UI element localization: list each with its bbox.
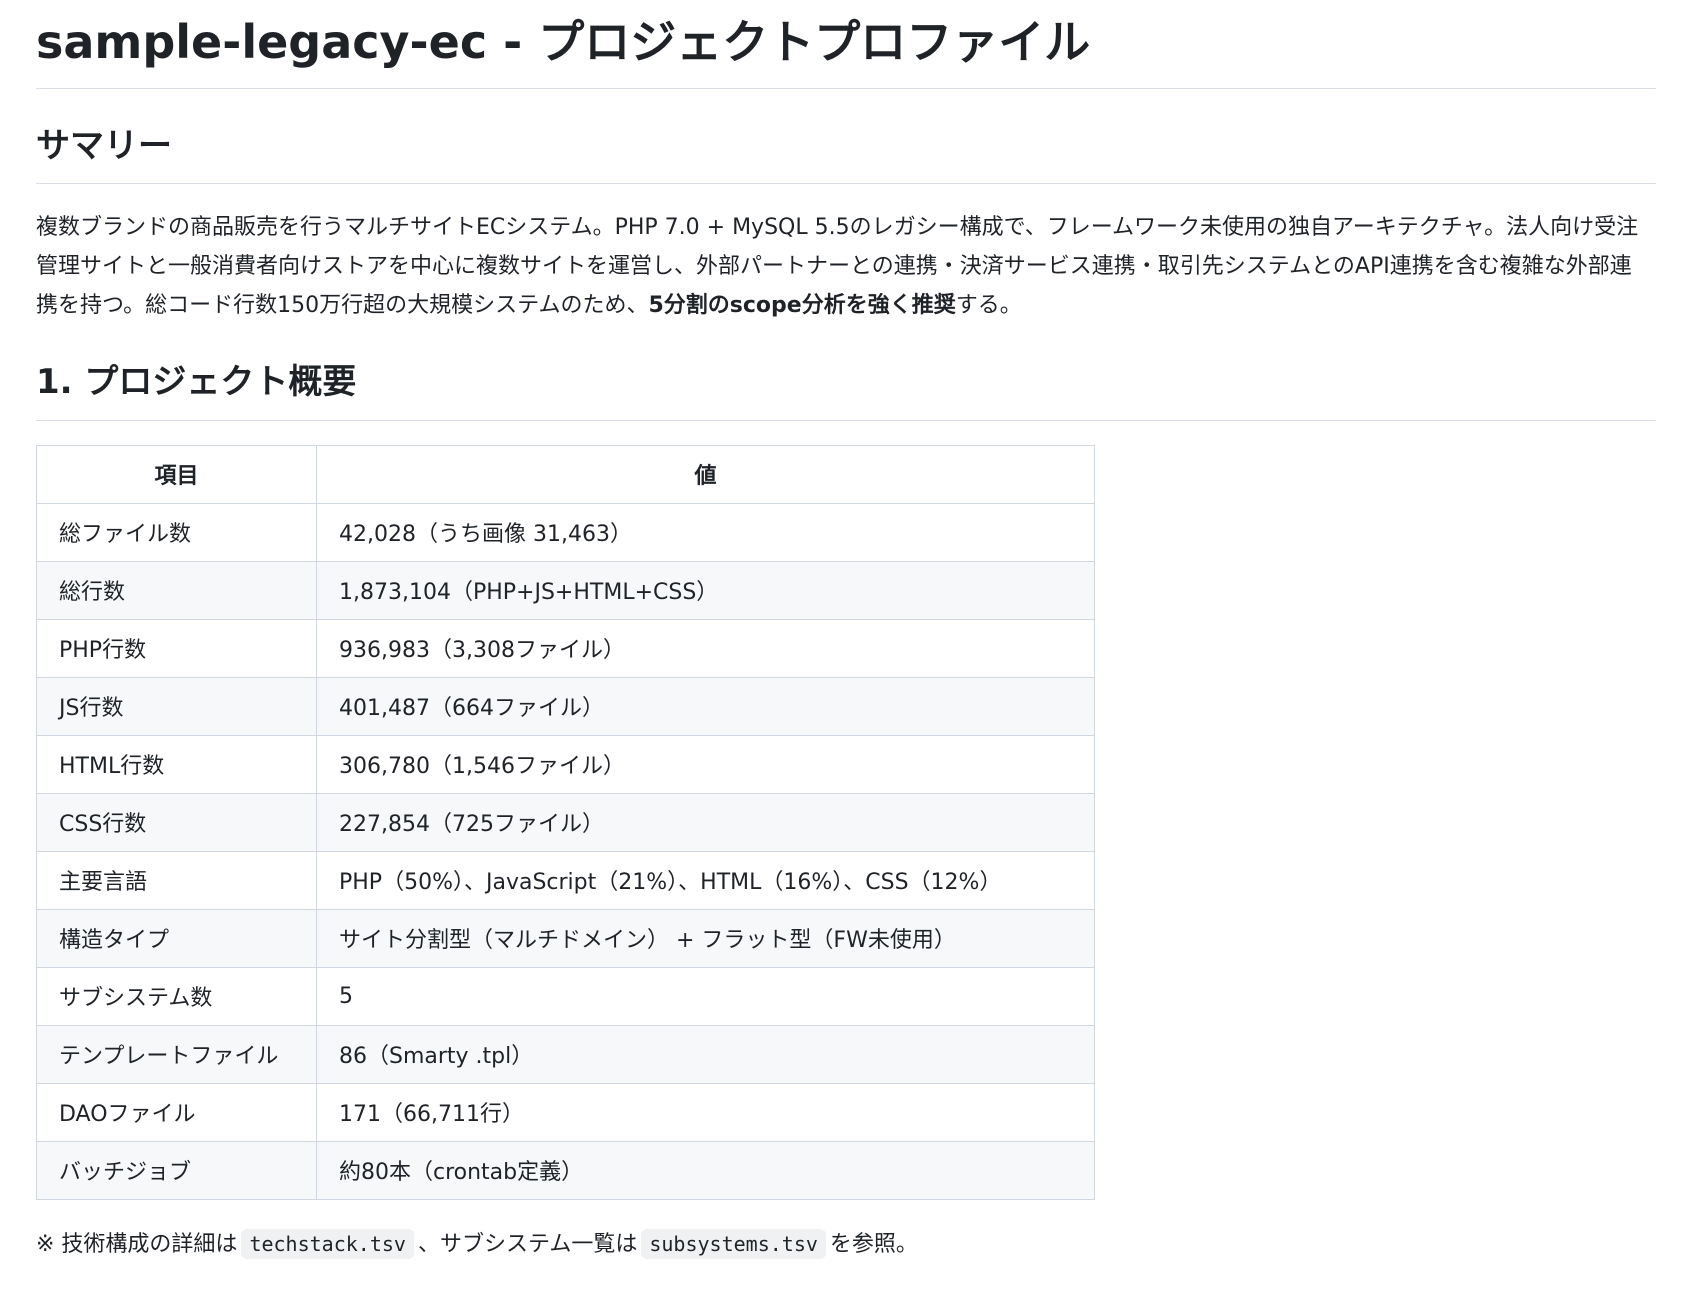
row-value: 42,028（うち画像 31,463） xyxy=(316,502,1095,562)
footnote-prefix: ※ 技術構成の詳細は xyxy=(36,1231,238,1257)
row-value: 227,854（725ファイル） xyxy=(316,792,1095,852)
column-header-value: 値 xyxy=(316,444,1095,504)
summary-emphasis: 5分割のscope分析を強く推奨 xyxy=(648,293,956,318)
overview-table: 項目 値 総ファイル数 42,028（うち画像 31,463） 総行数 1,87… xyxy=(36,444,1095,1200)
row-key: DAOファイル xyxy=(36,1082,317,1142)
table-row: 総行数 1,873,104（PHP+JS+HTML+CSS） xyxy=(36,560,1095,620)
table-header-row: 項目 値 xyxy=(36,444,1095,504)
row-key: JS行数 xyxy=(36,676,317,736)
row-value: サイト分割型（マルチドメイン） + フラット型（FW未使用） xyxy=(316,908,1095,968)
table-row: JS行数 401,487（664ファイル） xyxy=(36,676,1095,736)
row-value: PHP（50%）、JavaScript（21%）、HTML（16%）、CSS（1… xyxy=(316,850,1095,910)
row-key: 総ファイル数 xyxy=(36,502,317,562)
row-key: 構造タイプ xyxy=(36,908,317,968)
table-row: サブシステム数 5 xyxy=(36,966,1095,1026)
footnote-middle: 、サブシステム一覧は xyxy=(417,1231,638,1257)
table-row: 主要言語 PHP（50%）、JavaScript（21%）、HTML（16%）、… xyxy=(36,850,1095,910)
row-key: バッチジョブ xyxy=(36,1140,317,1200)
row-key: 主要言語 xyxy=(36,850,317,910)
document-page: sample-legacy-ec - プロジェクトプロファイル サマリー 複数ブ… xyxy=(0,0,1694,1304)
row-value: 401,487（664ファイル） xyxy=(316,676,1095,736)
row-key: CSS行数 xyxy=(36,792,317,852)
row-value: 5 xyxy=(316,966,1095,1026)
page-title: sample-legacy-ec - プロジェクトプロファイル xyxy=(36,14,1656,89)
row-value: 1,873,104（PHP+JS+HTML+CSS） xyxy=(316,560,1095,620)
footnote-suffix: を参照。 xyxy=(829,1231,918,1257)
table-row: HTML行数 306,780（1,546ファイル） xyxy=(36,734,1095,794)
table-row: テンプレートファイル 86（Smarty .tpl） xyxy=(36,1024,1095,1084)
summary-tail: する。 xyxy=(955,293,1022,318)
row-key: HTML行数 xyxy=(36,734,317,794)
row-value: 171（66,711行） xyxy=(316,1082,1095,1142)
row-key: テンプレートファイル xyxy=(36,1024,317,1084)
column-header-item: 項目 xyxy=(36,444,317,504)
overview-heading: 1. プロジェクト概要 xyxy=(36,361,1656,421)
techstack-file-code: techstack.tsv xyxy=(241,1228,414,1259)
table-row: バッチジョブ 約80本（crontab定義） xyxy=(36,1140,1095,1200)
table-row: 総ファイル数 42,028（うち画像 31,463） xyxy=(36,502,1095,562)
row-key: サブシステム数 xyxy=(36,966,317,1026)
table-row: PHP行数 936,983（3,308ファイル） xyxy=(36,618,1095,678)
row-value: 936,983（3,308ファイル） xyxy=(316,618,1095,678)
row-value: 306,780（1,546ファイル） xyxy=(316,734,1095,794)
table-row: 構造タイプ サイト分割型（マルチドメイン） + フラット型（FW未使用） xyxy=(36,908,1095,968)
summary-heading: サマリー xyxy=(36,125,1656,184)
table-row: CSS行数 227,854（725ファイル） xyxy=(36,792,1095,852)
footnote: ※ 技術構成の詳細は techstack.tsv 、サブシステム一覧は subsyst… xyxy=(36,1226,1656,1263)
row-value: 約80本（crontab定義） xyxy=(316,1140,1095,1200)
table-row: DAOファイル 171（66,711行） xyxy=(36,1082,1095,1142)
row-key: 総行数 xyxy=(36,560,317,620)
row-key: PHP行数 xyxy=(36,618,317,678)
row-value: 86（Smarty .tpl） xyxy=(316,1024,1095,1084)
summary-paragraph: 複数ブランドの商品販売を行うマルチサイトECシステム。PHP 7.0 + MyS… xyxy=(36,208,1656,325)
subsystems-file-code: subsystems.tsv xyxy=(641,1228,826,1259)
